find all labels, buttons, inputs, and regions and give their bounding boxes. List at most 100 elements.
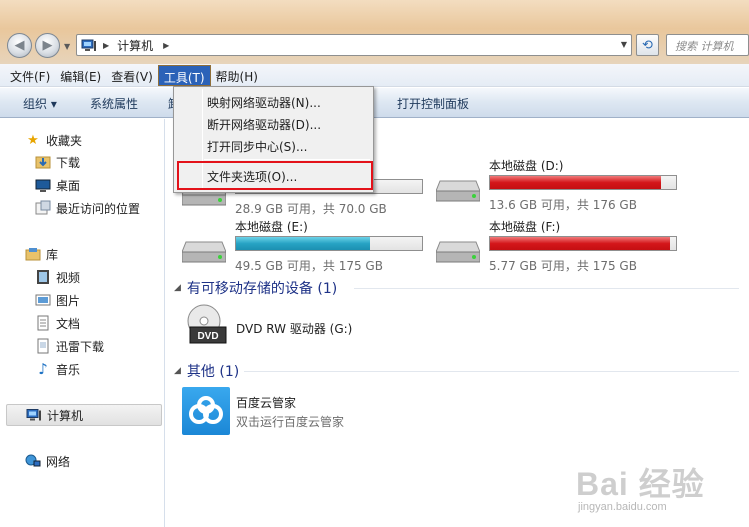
music-note-icon: ♪ (38, 360, 48, 378)
menu-item-disconnect-network-drive[interactable]: 断开网络驱动器(D)... (207, 116, 321, 133)
sidebar-item-documents[interactable]: 文档 (0, 313, 80, 333)
group-header-other[interactable]: ◢ 其他 (1) (174, 361, 739, 381)
drive-usage-fill (490, 176, 662, 189)
documents-library-icon (35, 315, 51, 331)
app-name: 百度云管家 (236, 396, 297, 410)
sidebar-item-network[interactable]: 网络 (0, 451, 70, 471)
app-description: 双击运行百度云管家 (236, 415, 345, 429)
drive-usage-fill (236, 237, 370, 250)
watermark-url: jingyan.baidu.com (578, 501, 667, 513)
drive-name: 本地磁盘 (F:) (489, 220, 561, 234)
sidebar-item-label: 下载 (56, 155, 81, 170)
sidebar-item-videos[interactable]: 视频 (0, 267, 80, 287)
computer-icon (81, 39, 96, 51)
menu-file[interactable]: 文件(F) (5, 65, 55, 86)
drive-free-space: 49.5 GB 可用，共 175 GB (235, 259, 383, 273)
drive-name: 本地磁盘 (D:) (489, 159, 564, 173)
address-bar[interactable]: ▶ 计算机 ▶ ▼ (76, 34, 632, 56)
breadcrumb-separator-icon[interactable]: ▶ (163, 41, 169, 50)
search-input[interactable]: 搜索 计算机 (666, 34, 749, 56)
open-control-panel-button[interactable]: 打开控制面板 (397, 95, 469, 112)
menu-view[interactable]: 查看(V) (106, 65, 158, 86)
sidebar-item-label: 迅雷下载 (56, 339, 105, 354)
sidebar-item-thunder-downloads[interactable]: 迅雷下载 (0, 336, 104, 356)
sidebar-item-desktop[interactable]: 桌面 (0, 175, 80, 195)
menu-item-open-sync-center[interactable]: 打开同步中心(S)... (207, 138, 307, 155)
sidebar-item-label: 桌面 (56, 178, 81, 193)
sidebar-item-music[interactable]: ♪ 音乐 (0, 359, 80, 379)
dvd-drive-icon: DVD (187, 304, 227, 344)
back-arrow-icon: ◀ (14, 38, 25, 53)
sidebar-item-label: 视频 (56, 270, 81, 285)
sidebar-item-computer[interactable]: 计算机 (6, 404, 162, 426)
group-header-removable[interactable]: ◢ 有可移动存储的设备 (1) (174, 278, 739, 298)
computer-icon (26, 407, 42, 423)
menu-tools[interactable]: 工具(T) (157, 64, 211, 86)
recent-pages-dropdown-icon[interactable]: ▼ (64, 42, 70, 51)
desktop-icon (35, 177, 51, 193)
forward-arrow-icon: ▶ (42, 38, 53, 53)
network-icon (25, 453, 41, 469)
library-icon (25, 246, 41, 262)
collapse-triangle-icon[interactable]: ◢ (174, 366, 181, 376)
group-divider (244, 371, 739, 372)
breadcrumb-computer[interactable]: 计算机 (117, 37, 153, 54)
sidebar-item-label: 音乐 (56, 362, 81, 377)
group-header-label: 其他 (1) (186, 364, 240, 380)
download-library-icon (35, 338, 51, 354)
menu-help[interactable]: 帮助(H) (211, 65, 263, 86)
drive-tile[interactable]: 本地磁盘 (D:) 13.6 GB 可用，共 176 GB (436, 157, 686, 213)
menu-edit[interactable]: 编辑(E) (55, 65, 106, 86)
sidebar-item-libraries[interactable]: 库 (0, 244, 58, 264)
group-header-label: 有可移动存储的设备 (1) (186, 281, 338, 297)
title-bar: ◀ ▶ ▼ ▶ 计算机 ▶ ▼ ⟲ 搜索 计算机 (0, 0, 749, 64)
collapse-triangle-icon[interactable]: ◢ (174, 283, 181, 293)
drive-name: 本地磁盘 (E:) (235, 220, 308, 234)
drive-free-space: 13.6 GB 可用，共 176 GB (489, 198, 637, 212)
hard-drive-icon (436, 180, 480, 202)
drive-usage-fill (490, 237, 671, 250)
sidebar-item-recent-places[interactable]: 最近访问的位置 (0, 198, 140, 218)
command-bar: 组织 ▾ 系统属性 卸 打开控制面板 (0, 88, 749, 118)
system-properties-button[interactable]: 系统属性 (90, 95, 138, 112)
breadcrumb-separator-icon[interactable]: ▶ (103, 41, 109, 50)
download-folder-icon (35, 154, 51, 170)
sidebar-item-label: 计算机 (47, 408, 84, 423)
drive-free-space: 5.77 GB 可用，共 175 GB (489, 259, 637, 273)
sidebar-item-label: 收藏夹 (46, 133, 83, 148)
sidebar-item-label: 文档 (56, 316, 81, 331)
refresh-button[interactable]: ⟲ (636, 34, 659, 56)
menu-separator (204, 159, 370, 160)
sidebar-item-favorites[interactable]: ★ 收藏夹 (0, 130, 82, 150)
drive-usage-bar (235, 236, 423, 251)
address-dropdown-icon[interactable]: ▼ (621, 40, 627, 49)
drive-usage-bar (489, 175, 677, 190)
organize-button[interactable]: 组织 ▾ (23, 95, 57, 112)
sidebar-item-label: 网络 (46, 454, 71, 469)
menu-item-map-network-drive[interactable]: 映射网络驱动器(N)... (207, 94, 321, 111)
sidebar-item-label: 最近访问的位置 (56, 201, 141, 216)
drive-tile[interactable]: 本地磁盘 (F:) 5.77 GB 可用，共 175 GB (436, 218, 686, 274)
sidebar-item-label: 图片 (56, 293, 81, 308)
navigation-pane: ★ 收藏夹 下载 桌面 最近访问的位置 库 视频 图片 文档 迅雷下载 ♪ 音乐… (0, 119, 165, 527)
sidebar-item-downloads[interactable]: 下载 (0, 152, 80, 172)
baidu-cloud-icon (182, 387, 230, 435)
dvd-drive-name: DVD RW 驱动器 (G:) (236, 322, 353, 336)
forward-button[interactable]: ▶ (35, 33, 60, 58)
back-button[interactable]: ◀ (7, 33, 32, 58)
tools-menu-dropdown: 映射网络驱动器(N)... 断开网络驱动器(D)... 打开同步中心(S)...… (173, 86, 374, 193)
drive-free-space: 28.9 GB 可用，共 70.0 GB (235, 202, 387, 216)
drive-usage-bar (489, 236, 677, 251)
group-divider (354, 288, 739, 289)
watermark-logo-text: Bai 经验 (576, 466, 705, 502)
baidu-cloud-tile[interactable]: 百度云管家 双击运行百度云管家 (182, 387, 482, 437)
sidebar-item-label: 库 (46, 247, 59, 262)
star-icon: ★ (27, 132, 39, 148)
sidebar-item-pictures[interactable]: 图片 (0, 290, 80, 310)
dvd-drive-tile[interactable]: DVD DVD RW 驱动器 (G:) (182, 303, 482, 349)
drive-tile[interactable]: 本地磁盘 (E:) 49.5 GB 可用，共 175 GB (182, 218, 432, 274)
video-library-icon (35, 269, 51, 285)
hard-drive-icon (182, 241, 226, 263)
pictures-library-icon (35, 292, 51, 308)
dvd-logo-text: DVD (197, 331, 218, 342)
